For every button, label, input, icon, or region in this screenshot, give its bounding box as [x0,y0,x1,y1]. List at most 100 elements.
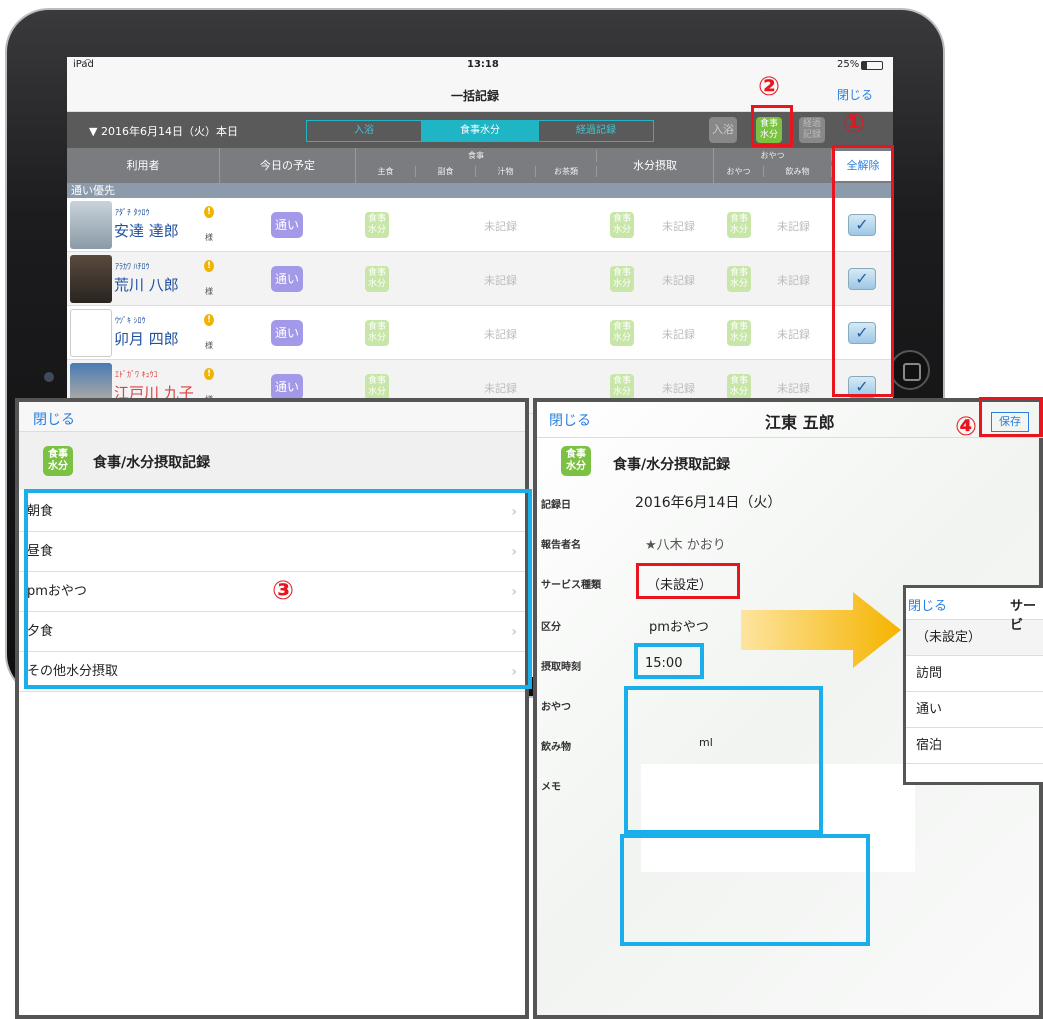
plan-badge: 通い [271,374,303,400]
user-kana: ｴﾄﾞｶﾞﾜ ｷｭｳｺ [115,370,158,379]
user-name: 安達 達郎 [114,222,179,240]
user-kana: ｱﾗｶﾜ ﾊﾁﾛｳ [115,262,150,271]
reporter-label: 報告者名 [541,540,581,551]
battery-icon [861,61,883,70]
popup-header: 閉じる サービ [906,588,1043,633]
header-tea: お茶類 [536,166,597,177]
warning-icon[interactable]: ! [204,368,214,380]
annotation-box-snack [624,686,823,834]
form-title: 食事/水分摂取記録 [613,457,731,473]
annotation-box-drink [620,834,870,946]
marker-3: ③ [272,576,295,606]
user-name: 卯月 四郎 [114,330,179,348]
clock: 13:18 [467,59,499,70]
snack-status: 未記録 [777,382,810,395]
option-day[interactable]: 通い [906,692,1043,728]
resident-name: 江東 五郎 [765,413,835,432]
date-value[interactable]: 2016年6月14日（火） [635,492,781,512]
annotation-box-meal-icon [751,105,793,147]
water-status: 未記録 [662,274,695,287]
meal-status: 未記録 [484,328,517,341]
user-kana: ｳﾂﾞｷ ｼﾛｳ [115,316,146,325]
option-stay[interactable]: 宿泊 [906,728,1043,764]
battery-label: 25% [837,59,860,70]
right-close-button[interactable]: 閉じる [549,410,591,430]
tab-progress[interactable]: 経過記録 [538,120,654,142]
warning-icon[interactable]: ! [204,260,214,272]
service-label: サービス種類 [541,580,601,591]
table-row[interactable]: ｱﾀﾞﾁ ﾀﾂﾛｳ 安達 達郎 ! 様 通い 食事 水分 未記録 食事 水分 未… [67,198,893,252]
meal-icon[interactable]: 食事 水分 [365,212,389,238]
water-icon[interactable]: 食事 水分 [610,266,634,292]
tab-meal-water[interactable]: 食事水分 [422,120,538,142]
left-panel-header: 閉じる [19,402,525,432]
arrow-right-icon [741,592,901,668]
date-label: 記録日 [541,500,571,511]
wifi-icon: ◠ [84,58,92,68]
water-status: 未記録 [662,382,695,395]
user-name: 荒川 八郎 [114,276,179,294]
snack-status: 未記録 [777,328,810,341]
table-header: 利用者 今日の予定 食事 主食 副食 汁物 お茶類 水分摂取 おやつ おやつ 飲… [67,148,893,183]
marker-1: ① [843,109,866,139]
header-side: 副食 [416,166,476,177]
meal-icon[interactable]: 食事 水分 [365,266,389,292]
date-selector[interactable]: ▼ 2016年6月14日（火）本日 [89,123,238,139]
water-icon[interactable]: 食事 水分 [610,212,634,238]
marker-4: ④ [955,412,978,442]
table-row[interactable]: ｳﾂﾞｷ ｼﾛｳ 卯月 四郎 ! 様 通い 食事 水分 未記録 食事 水分 未記… [67,306,893,360]
quick-progress-button[interactable]: 経過 記録 [799,117,825,143]
avatar [70,201,112,249]
popup-close-button[interactable]: 閉じる [908,595,947,614]
annotation-box-service [636,563,740,599]
plan-badge: 通い [271,320,303,346]
snack-status: 未記録 [777,220,810,233]
drink-label: 飲み物 [541,742,571,753]
table-row[interactable]: ｱﾗｶﾜ ﾊﾁﾛｳ 荒川 八郎 ! 様 通い 食事 水分 未記録 食事 水分 未… [67,252,893,306]
meal-icon[interactable]: 食事 水分 [365,374,389,400]
tab-bath[interactable]: 入浴 [306,120,422,142]
marker-2: ② [758,72,781,102]
snack-icon[interactable]: 食事 水分 [727,266,751,292]
annotation-box-clear-all [832,145,894,397]
category-label: 区分 [541,622,561,633]
reporter-value[interactable]: ★八木 かおり [645,534,726,553]
honorific: 様 [205,233,213,242]
honorific: 様 [205,341,213,350]
meal-icon[interactable]: 食事 水分 [365,320,389,346]
meal-water-icon: 食事 水分 [43,446,73,476]
category-value[interactable]: pmおやつ [649,616,709,635]
water-icon[interactable]: 食事 水分 [610,320,634,346]
header-user: 利用者 [67,148,220,183]
page-title: 一括記録 [451,89,500,103]
water-status: 未記録 [662,220,695,233]
popup-title: サービ [1010,599,1037,633]
header-snack: おやつ [714,150,832,161]
snack-label: おやつ [541,702,571,713]
warning-icon[interactable]: ! [204,314,214,326]
left-close-button[interactable]: 閉じる [33,409,75,429]
header-snack-drink: 飲み物 [764,166,832,177]
water-status: 未記録 [662,328,695,341]
user-kana: ｱﾀﾞﾁ ﾀﾂﾛｳ [115,208,150,217]
snack-icon[interactable]: 食事 水分 [727,320,751,346]
memo-label: メモ [541,782,561,793]
honorific: 様 [205,287,213,296]
camera-icon [44,372,54,382]
service-type-popup: 閉じる サービ （未設定） 訪問 通い 宿泊 [903,585,1043,785]
close-button[interactable]: 閉じる [837,86,873,103]
option-visit[interactable]: 訪問 [906,656,1043,692]
header-meal: 食事 [356,150,597,162]
header-plan: 今日の予定 [220,148,356,183]
home-button-icon [890,350,930,390]
snack-icon[interactable]: 食事 水分 [727,212,751,238]
header-snack-food: おやつ [714,166,764,177]
left-panel-title: 食事/水分摂取記録 [93,455,211,471]
snack-icon[interactable]: 食事 水分 [727,374,751,400]
quick-bath-button[interactable]: 入浴 [709,117,737,143]
meal-water-icon: 食事 水分 [561,446,591,476]
avatar [70,309,112,357]
warning-icon[interactable]: ! [204,206,214,218]
snack-status: 未記録 [777,274,810,287]
water-icon[interactable]: 食事 水分 [610,374,634,400]
